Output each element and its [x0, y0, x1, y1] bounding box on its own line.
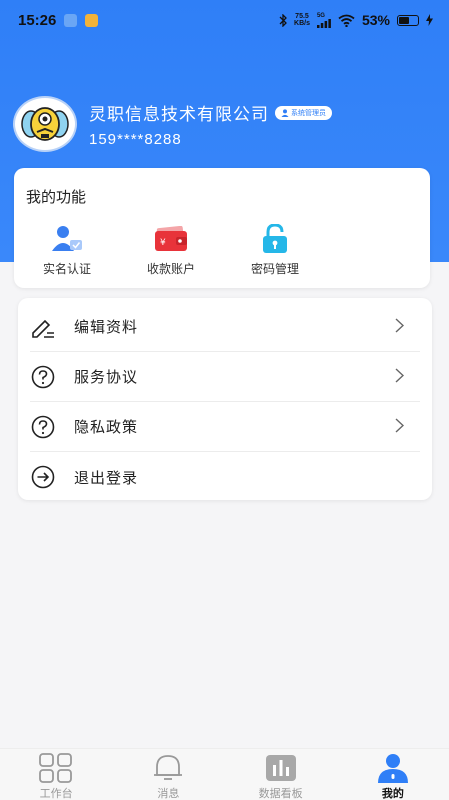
- tab-label: 工作台: [39, 787, 73, 800]
- menu-item-label: 编辑资料: [74, 318, 139, 336]
- company-name: 灵职信息技术有限公司: [89, 105, 269, 125]
- wallet-icon: ¥: [155, 226, 187, 251]
- bell-icon: [154, 755, 183, 780]
- feature-real-name-verification[interactable]: 实名认证: [22, 224, 112, 277]
- menu-item-label: 服务协议: [74, 368, 139, 386]
- feature-label: 收款账户: [146, 262, 195, 276]
- bluetooth-icon: [279, 13, 287, 27]
- signal-indicator: 5G: [316, 13, 331, 28]
- tab-workbench[interactable]: 工作台: [6, 749, 106, 800]
- question-icon: [31, 415, 55, 438]
- tab-mine[interactable]: 我的: [343, 749, 443, 800]
- menu-item-service-agreement[interactable]: 服务协议: [30, 352, 420, 402]
- grid-icon: [39, 753, 73, 783]
- user-icon: [377, 754, 408, 783]
- menu-item-label: 退出登录: [74, 468, 139, 487]
- tab-label: 数据看板: [258, 787, 303, 800]
- menu-item-edit-profile[interactable]: 编辑资料: [30, 302, 420, 352]
- features-title: 我的功能: [26, 188, 87, 206]
- bottom-tab-bar: 工作台 消息 数据看板 我的: [0, 748, 449, 800]
- wifi-icon: [338, 14, 355, 27]
- tab-data-dashboard[interactable]: 数据看板: [231, 749, 331, 800]
- chart-icon: [265, 755, 296, 781]
- chevron-right-icon: [395, 318, 404, 333]
- chevron-right-icon: [395, 418, 404, 433]
- battery-percent: 53%: [361, 12, 390, 28]
- question-icon: [31, 365, 55, 388]
- feature-payment-account[interactable]: ¥ 收款账户: [126, 224, 216, 277]
- notification-app-icon-2: [85, 13, 99, 27]
- feature-label: 密码管理: [250, 262, 299, 276]
- menu-item-privacy-policy[interactable]: 隐私政策: [30, 402, 420, 452]
- settings-menu-card: 编辑资料 服务协议 隐私政策 退出登录: [18, 298, 432, 500]
- user-profile[interactable]: 灵职信息技术有限公司 系统管理员 159****8288: [13, 96, 332, 152]
- phone-number: 159****8288: [89, 131, 182, 148]
- charging-icon: [426, 14, 433, 26]
- status-time: 15:26: [18, 11, 57, 29]
- battery-icon: [397, 14, 419, 26]
- tab-messages[interactable]: 消息: [118, 749, 218, 800]
- feature-password-management[interactable]: 密码管理: [230, 224, 320, 277]
- menu-item-label: 隐私政策: [74, 418, 139, 436]
- tab-label: 消息: [157, 787, 180, 800]
- tab-label: 我的: [381, 787, 404, 800]
- signal-bars-icon: [316, 18, 331, 28]
- network-speed: 75.5 KB/s: [294, 13, 310, 27]
- role-badge: 系统管理员: [275, 105, 332, 120]
- status-bar: 15:26 75.5 KB/s 5G 53%: [0, 0, 449, 40]
- profile-info: 灵职信息技术有限公司 系统管理员 159****8288: [89, 100, 332, 148]
- menu-item-logout[interactable]: 退出登录: [30, 452, 420, 502]
- bee-mascot-icon: [21, 107, 69, 141]
- avatar[interactable]: [13, 96, 77, 152]
- edit-icon: [32, 319, 54, 338]
- notification-app-icon: [64, 13, 78, 27]
- user-verify-icon: [52, 226, 82, 251]
- my-features-card: 我的功能 实名认证 ¥ 收款账户 密码管理: [14, 168, 430, 288]
- lock-icon: [263, 224, 287, 253]
- feature-label: 实名认证: [42, 262, 91, 276]
- logout-icon: [31, 465, 55, 489]
- person-icon: [281, 108, 289, 117]
- chevron-right-icon: [395, 368, 404, 383]
- svg-text:¥: ¥: [160, 238, 166, 248]
